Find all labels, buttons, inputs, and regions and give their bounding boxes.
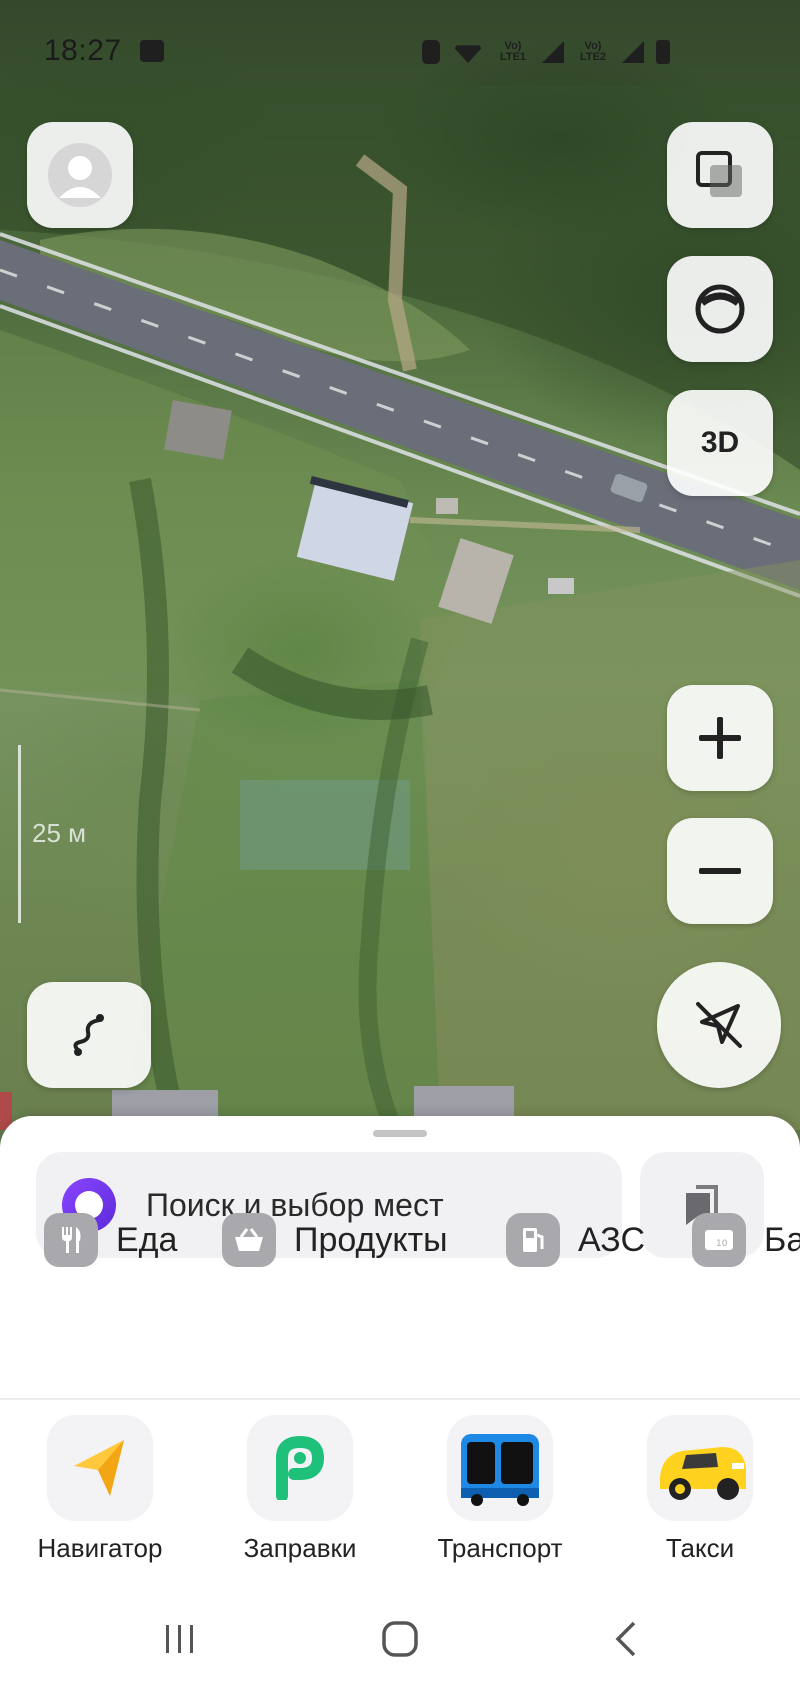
category-groceries[interactable]: Продукты — [222, 1196, 448, 1284]
recent-apps-icon — [166, 1625, 193, 1653]
app-fuel[interactable]: Заправки — [215, 1415, 385, 1585]
status-time: 18:27 — [44, 34, 122, 67]
back-icon — [615, 1621, 636, 1657]
profile-button[interactable] — [27, 122, 133, 228]
fork-knife-icon — [44, 1213, 98, 1267]
home-button[interactable] — [370, 1614, 430, 1664]
alarm-icon — [422, 40, 440, 64]
orientation-button[interactable] — [667, 256, 773, 362]
avatar-icon — [48, 143, 112, 207]
wifi-icon — [452, 45, 484, 63]
category-atm[interactable]: 10 Ба — [692, 1196, 800, 1284]
transport-tile — [447, 1415, 553, 1521]
location-button[interactable] — [657, 962, 781, 1088]
status-bar: 18:27 Vo) LTE1 Vo) LTE2 — [0, 0, 800, 86]
atm-icon: 10 — [692, 1213, 746, 1267]
gallery-icon — [140, 40, 164, 62]
back-button[interactable] — [596, 1614, 656, 1664]
route-icon — [73, 1014, 104, 1056]
battery-icon — [656, 40, 670, 64]
svg-text:10: 10 — [716, 1239, 728, 1249]
app-navigator[interactable]: Навигатор — [15, 1415, 185, 1585]
fuel-app-tile — [247, 1415, 353, 1521]
fuel-icon — [506, 1213, 560, 1267]
taxi-icon — [660, 1447, 746, 1500]
category-food[interactable]: Еда — [44, 1196, 177, 1284]
apps-row: Навигатор Заправки Транспорт Такси — [0, 1415, 800, 1585]
system-nav-bar — [0, 1590, 800, 1688]
zoom-in-button[interactable] — [667, 685, 773, 791]
satellite-map[interactable]: 18:27 Vo) LTE1 Vo) LTE2 3D 25 м — [0, 0, 800, 1130]
basket-icon — [222, 1213, 276, 1267]
home-icon — [382, 1621, 418, 1657]
plus-icon — [699, 717, 741, 759]
app-taxi[interactable]: Такси — [615, 1415, 785, 1585]
navigator-tile — [47, 1415, 153, 1521]
status-icons: Vo) LTE1 Vo) LTE2 — [422, 38, 670, 66]
app-label: Транспорт — [437, 1533, 563, 1563]
zoom-out-button[interactable] — [667, 818, 773, 924]
layers-icon — [696, 151, 742, 197]
category-gas[interactable]: АЗС — [506, 1196, 645, 1284]
signal-icon — [542, 41, 564, 63]
3d-button[interactable]: 3D — [667, 390, 773, 496]
category-label: Еда — [116, 1220, 178, 1259]
scale-label: 25 м — [32, 818, 87, 848]
lte1-label: Vo) LTE1 — [499, 40, 527, 63]
location-off-icon — [696, 1002, 742, 1048]
category-label: Продукты — [294, 1220, 448, 1259]
taxi-tile — [647, 1415, 753, 1521]
bus-icon — [461, 1434, 539, 1506]
sheet-divider — [0, 1398, 800, 1400]
app-label: Заправки — [243, 1533, 357, 1563]
lte2-label: Vo) LTE2 — [579, 40, 607, 63]
scale-bar — [18, 745, 21, 923]
category-label: Ба — [764, 1220, 800, 1259]
compass-icon — [695, 284, 745, 334]
fuel-app-icon — [276, 1436, 325, 1500]
recent-apps-button[interactable] — [150, 1614, 210, 1664]
app-label: Навигатор — [37, 1533, 163, 1563]
sheet-grabber[interactable] — [373, 1130, 427, 1137]
category-label: АЗС — [578, 1220, 646, 1259]
minus-icon — [699, 868, 741, 874]
app-transport[interactable]: Транспорт — [415, 1415, 585, 1585]
navigator-icon — [74, 1440, 124, 1496]
route-button[interactable] — [27, 982, 151, 1088]
app-label: Такси — [665, 1533, 735, 1563]
category-row: Еда Продукты АЗС 10 Ба — [0, 1196, 800, 1284]
layers-button[interactable] — [667, 122, 773, 228]
signal-icon — [622, 41, 644, 63]
